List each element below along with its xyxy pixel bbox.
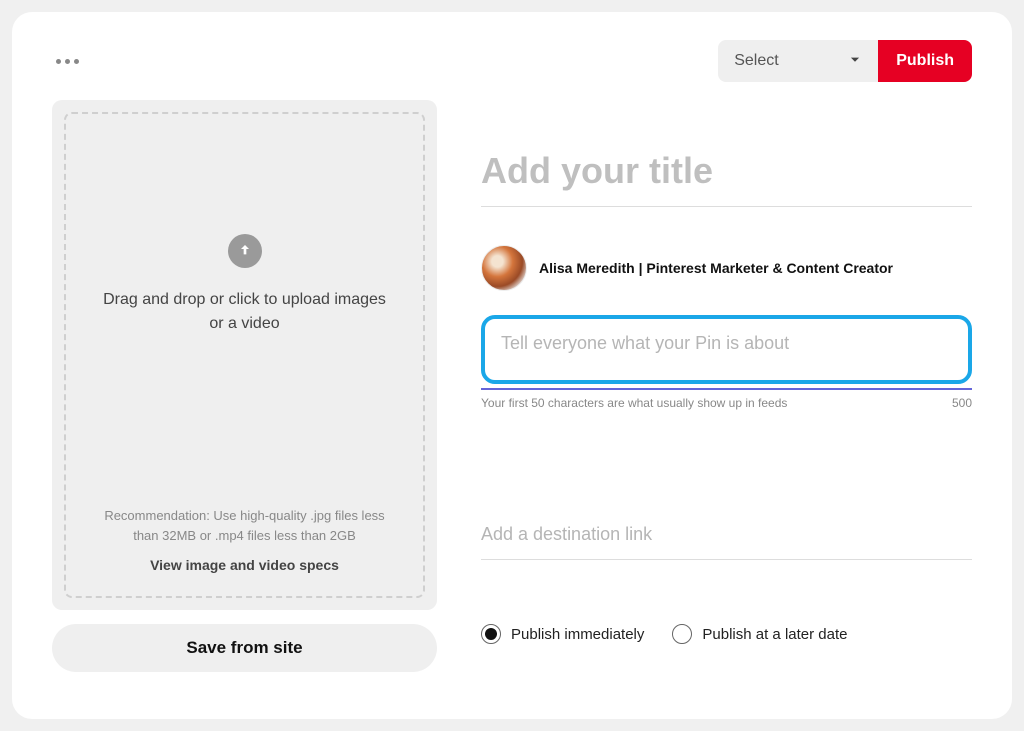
board-select[interactable]: Select (718, 40, 878, 82)
destination-link-input[interactable] (481, 516, 972, 560)
upload-arrow-icon (228, 234, 262, 268)
view-specs-link[interactable]: View image and video specs (96, 555, 393, 576)
upload-recommendation: Recommendation: Use high-quality .jpg fi… (96, 506, 393, 545)
author-row: Alisa Meredith | Pinterest Marketer & Co… (481, 245, 972, 291)
upload-footer: Recommendation: Use high-quality .jpg fi… (96, 506, 393, 576)
form-column: Alisa Meredith | Pinterest Marketer & Co… (481, 100, 972, 672)
publish-immediately-radio[interactable]: Publish immediately (481, 624, 644, 644)
more-options-icon[interactable] (52, 55, 83, 68)
title-input[interactable] (481, 142, 972, 207)
author-name: Alisa Meredith | Pinterest Marketer & Co… (539, 260, 893, 276)
radio-unselected-icon (672, 624, 692, 644)
chevron-down-icon (848, 53, 862, 70)
publish-later-radio[interactable]: Publish at a later date (672, 624, 847, 644)
description-hint: Your first 50 characters are what usuall… (481, 396, 787, 410)
publish-later-label: Publish at a later date (702, 626, 847, 643)
description-meta: Your first 50 characters are what usuall… (481, 388, 972, 410)
radio-selected-icon (481, 624, 501, 644)
upload-column: Drag and drop or click to upload images … (52, 100, 437, 672)
publish-button[interactable]: Publish (878, 40, 972, 82)
pin-builder-card: Select Publish Drag and drop or click to… (12, 12, 1012, 719)
description-count: 500 (952, 396, 972, 410)
top-bar: Select Publish (52, 40, 972, 82)
description-input[interactable] (501, 333, 952, 354)
upload-dropzone[interactable]: Drag and drop or click to upload images … (64, 112, 425, 598)
upload-instructions: Drag and drop or click to upload images … (96, 288, 393, 336)
content-row: Drag and drop or click to upload images … (52, 100, 972, 672)
save-from-site-button[interactable]: Save from site (52, 624, 437, 672)
top-actions: Select Publish (718, 40, 972, 82)
upload-box: Drag and drop or click to upload images … (52, 100, 437, 610)
avatar (481, 245, 527, 291)
board-select-label: Select (734, 52, 778, 70)
description-highlight (481, 315, 972, 384)
publish-options: Publish immediately Publish at a later d… (481, 624, 972, 644)
publish-immediately-label: Publish immediately (511, 626, 644, 643)
